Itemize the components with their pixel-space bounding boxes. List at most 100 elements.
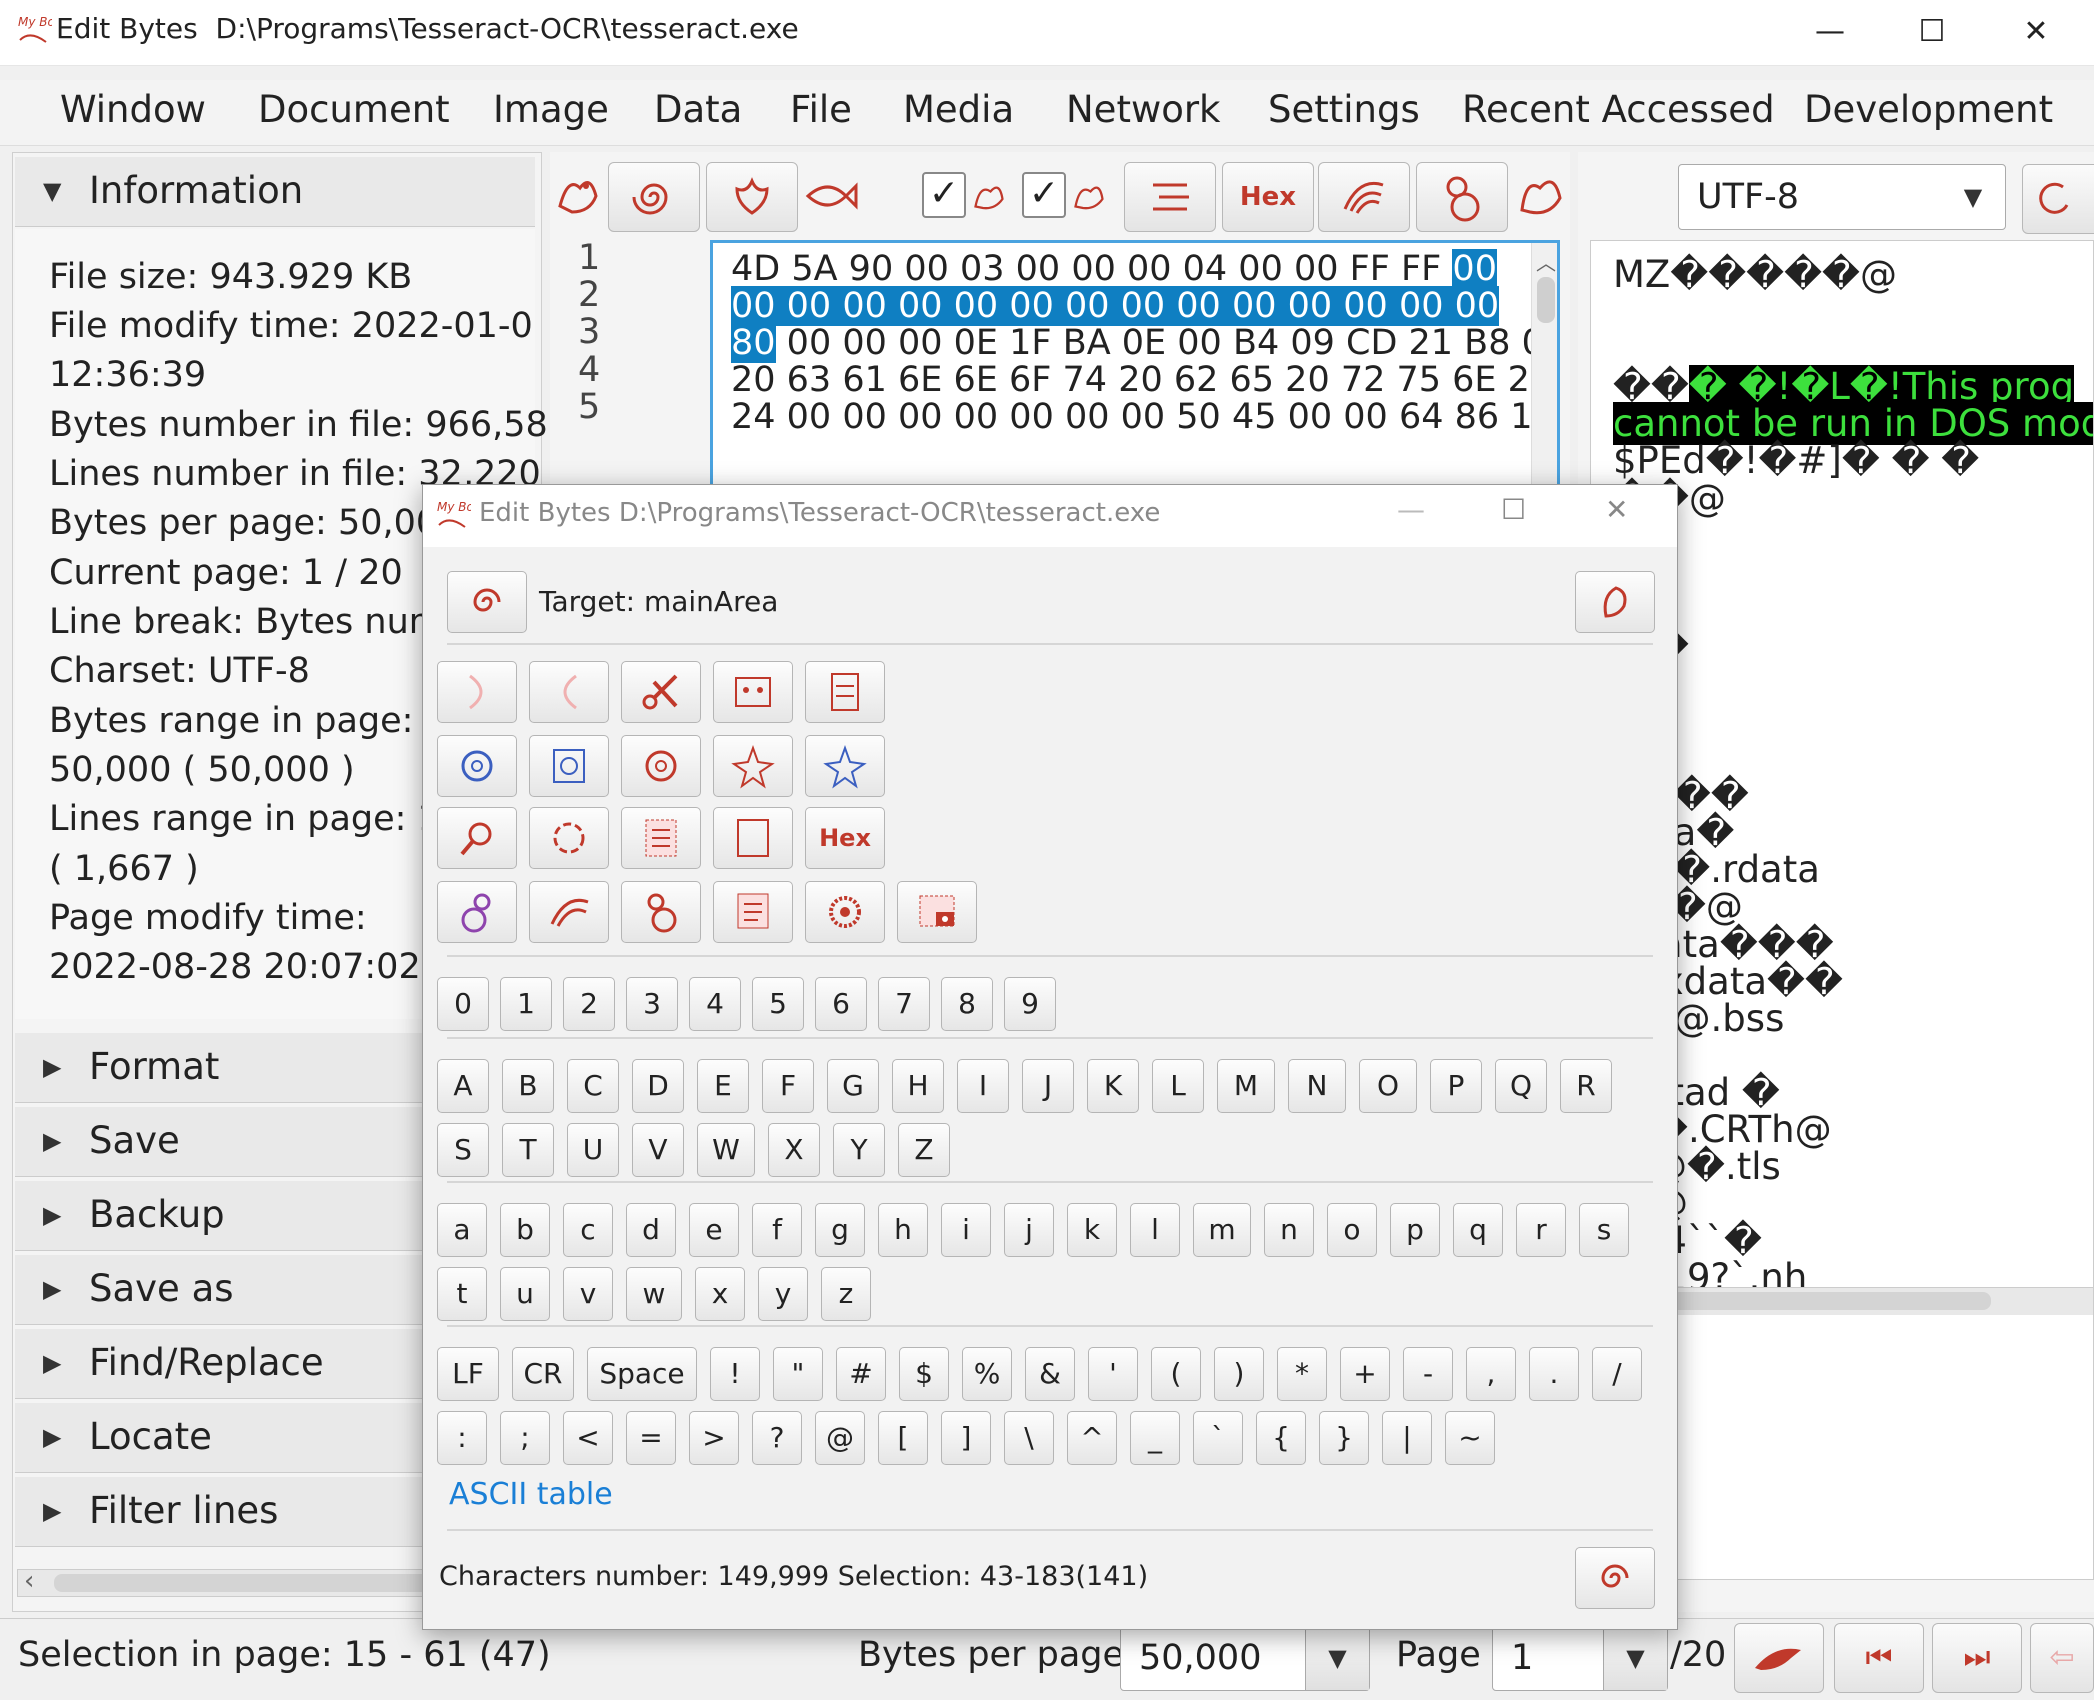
char-key-button[interactable]: f [752,1203,802,1257]
char-key-button[interactable]: X [768,1123,820,1177]
char-key-button[interactable]: $ [899,1347,949,1401]
sunflower-button[interactable] [805,881,885,943]
line-break-button[interactable] [1124,162,1216,232]
find-button[interactable] [437,807,517,869]
char-key-button[interactable]: B [502,1059,554,1113]
char-key-button[interactable]: \ [1004,1411,1054,1465]
last-page-button[interactable]: ⏭ [1932,1623,2022,1693]
char-key-button[interactable]: W [697,1123,755,1177]
page-select[interactable]: 1 ▼ [1492,1625,1668,1691]
char-key-button[interactable]: I [957,1059,1009,1113]
menu-doc-button[interactable] [713,881,793,943]
char-key-button[interactable]: @ [815,1411,865,1465]
previous-page-button[interactable]: ⇦ [2030,1623,2094,1693]
char-key-button[interactable]: F [762,1059,814,1113]
char-key-button[interactable]: s [1579,1203,1629,1257]
minimize-button[interactable]: — [1800,10,1860,54]
char-key-button[interactable]: ' [1088,1347,1138,1401]
paste-button[interactable] [805,661,885,723]
char-key-button[interactable]: ` [1193,1411,1243,1465]
frame-flower-button[interactable] [529,735,609,797]
refresh-ring-button[interactable] [529,807,609,869]
char-key-button[interactable]: b [500,1203,550,1257]
char-key-button[interactable]: . [1529,1347,1579,1401]
char-key-button[interactable]: + [1340,1347,1390,1401]
star-flower-blue-button[interactable] [805,735,885,797]
char-key-button[interactable]: e [689,1203,739,1257]
gourd-red-button[interactable] [621,881,701,943]
char-key-button[interactable]: 0 [437,977,489,1031]
scroll-left-icon[interactable]: ‹ [24,1566,34,1596]
char-key-button[interactable]: # [836,1347,886,1401]
dropdown-arrow-icon[interactable]: ▼ [1305,1626,1369,1690]
popup-maximize-button[interactable]: ☐ [1501,493,1526,526]
select-none-button[interactable] [713,807,793,869]
char-key-button[interactable]: c [563,1203,613,1257]
char-key-button[interactable]: u [500,1267,550,1321]
char-key-button[interactable]: i [941,1203,991,1257]
scrollbar-thumb[interactable] [1537,277,1555,323]
char-key-button[interactable]: k [1067,1203,1117,1257]
bytes-per-page-select[interactable]: 50,000 ▼ [1120,1625,1370,1691]
char-key-button[interactable]: 2 [563,977,615,1031]
char-key-button[interactable]: 5 [752,977,804,1031]
char-key-button[interactable]: y [758,1267,808,1321]
char-key-button[interactable]: ; [500,1411,550,1465]
char-key-button[interactable]: l [1130,1203,1180,1257]
menu-data[interactable]: Data [654,88,742,131]
char-key-button[interactable]: a [437,1203,487,1257]
char-key-button[interactable]: = [626,1411,676,1465]
char-key-button[interactable]: 6 [815,977,867,1031]
checkbox-1[interactable]: ✓ [922,172,966,218]
char-key-button[interactable]: K [1087,1059,1139,1113]
char-key-button[interactable]: & [1025,1347,1075,1401]
wave-button[interactable] [1318,162,1410,232]
char-key-button[interactable]: < [563,1411,613,1465]
char-key-button[interactable]: [ [878,1411,928,1465]
char-key-button[interactable]: 1 [500,977,552,1031]
char-key-button[interactable]: L [1152,1059,1204,1113]
char-key-button[interactable]: 8 [941,977,993,1031]
char-key-button[interactable]: w [626,1267,682,1321]
select-all-button[interactable] [621,807,701,869]
char-key-button[interactable]: C [567,1059,619,1113]
char-key-button[interactable]: t [437,1267,487,1321]
char-key-button[interactable]: h [878,1203,928,1257]
char-key-button[interactable]: z [821,1267,871,1321]
menu-media[interactable]: Media [903,88,1014,131]
char-key-button[interactable]: v [563,1267,613,1321]
menu-development[interactable]: Development [1804,88,2053,131]
char-key-button[interactable]: Z [898,1123,950,1177]
char-key-button[interactable]: { [1256,1411,1306,1465]
gourd-button[interactable] [1416,162,1508,232]
char-key-button[interactable]: U [567,1123,619,1177]
section-information[interactable]: ▼ Information [15,157,535,227]
char-key-button[interactable]: ) [1214,1347,1264,1401]
maximize-button[interactable]: ☐ [1902,10,1962,54]
char-key-button[interactable]: S [437,1123,489,1177]
menu-settings[interactable]: Settings [1268,88,1420,131]
char-key-button[interactable]: ^ [1067,1411,1117,1465]
menu-image[interactable]: Image [493,88,609,131]
char-key-button[interactable]: LF [437,1347,499,1401]
char-key-button[interactable]: - [1403,1347,1453,1401]
gourd-purple-button[interactable] [437,881,517,943]
char-key-button[interactable]: x [695,1267,745,1321]
charset-select[interactable]: UTF-8 ▼ [1678,164,2006,230]
go-page-button[interactable] [1734,1623,1824,1693]
char-key-button[interactable]: D [632,1059,684,1113]
char-key-button[interactable]: O [1359,1059,1417,1113]
chicken-icon[interactable] [550,166,606,226]
char-key-button[interactable]: ~ [1445,1411,1495,1465]
flower-blue-button[interactable] [437,735,517,797]
char-key-button[interactable]: j [1004,1203,1054,1257]
char-key-button[interactable]: Q [1495,1059,1547,1113]
char-key-button[interactable]: " [773,1347,823,1401]
char-key-button[interactable]: g [815,1203,865,1257]
char-key-button[interactable]: , [1466,1347,1516,1401]
refresh-button[interactable] [2022,164,2094,234]
dropdown-arrow-icon[interactable]: ▼ [1603,1626,1667,1690]
char-key-button[interactable]: ! [710,1347,760,1401]
char-key-button[interactable]: ? [752,1411,802,1465]
snapshot-button[interactable] [897,881,977,943]
